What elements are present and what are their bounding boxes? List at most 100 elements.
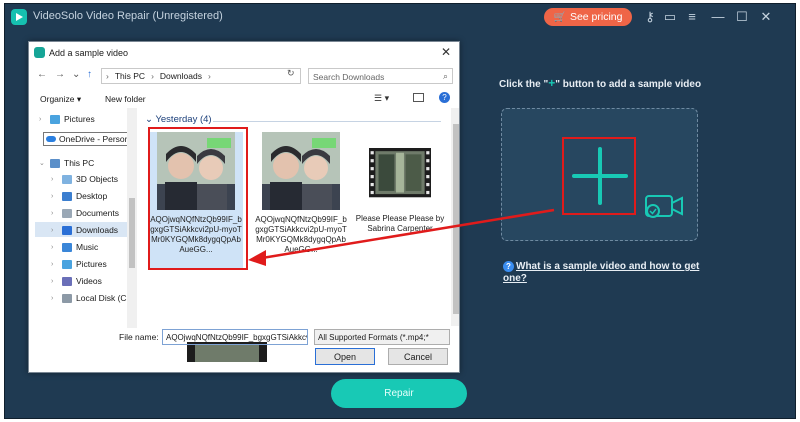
chevron-right-icon: › <box>106 71 109 81</box>
repair-button[interactable]: Repair <box>331 379 467 408</box>
nav-label: This PC <box>64 158 95 168</box>
plus-icon-v <box>598 147 602 205</box>
prompt-text-after: " button to add a sample video <box>555 79 702 90</box>
breadcrumb-this-pc[interactable]: This PC <box>115 71 145 81</box>
file-tile-3[interactable]: Please Please Please by Sabrina Carpente… <box>353 144 447 274</box>
nav-label: Videos <box>76 276 102 286</box>
nav-label: Pictures <box>64 114 95 124</box>
group-header-label: Yesterday (4) <box>155 114 212 125</box>
nav-label: OneDrive - Personal <box>59 134 137 144</box>
file-name: AQOjwqNQfNtzQb99IF_bgxgGTSiAkkcvi2pU-myo… <box>255 215 347 254</box>
menu-icon[interactable]: ≡ <box>683 8 701 26</box>
file-name-row: File name: AQOjwqNQfNtzQb99IF_bgxgGTSiAk… <box>29 328 459 346</box>
chevron-right-icon: › <box>151 71 154 81</box>
nav-item-pictures[interactable]: › Pictures <box>51 257 107 271</box>
preview-pane-icon[interactable] <box>413 93 424 102</box>
see-pricing-button[interactable]: 🛒 See pricing <box>544 8 632 26</box>
file-name: Please Please Please by Sabrina Carpente… <box>355 214 445 233</box>
dialog-logo <box>34 47 45 58</box>
navigation-pane: › Pictures OneDrive - Personal ⌄ This PC ›… <box>29 108 139 326</box>
maximize-icon[interactable]: ☐ <box>733 8 751 26</box>
file-thumbnail-image <box>262 132 340 210</box>
sample-video-dropzone[interactable] <box>501 108 698 241</box>
breadcrumb-downloads[interactable]: Downloads <box>160 71 202 81</box>
videos-icon <box>62 276 72 286</box>
chevron-down-icon: ⌄ <box>145 114 156 125</box>
feedback-icon[interactable]: ▭ <box>661 8 679 26</box>
nav-item-local-disk[interactable]: › Local Disk (C:) <box>51 291 132 305</box>
help-icon[interactable]: ? <box>439 92 450 103</box>
nav-label: Local Disk (C:) <box>76 293 132 303</box>
dialog-buttons: Open Cancel <box>29 348 459 368</box>
app-logo <box>11 9 27 25</box>
nav-item-this-pc[interactable]: ⌄ This PC <box>39 156 94 170</box>
nav-item-onedrive[interactable]: OneDrive - Personal <box>43 132 137 146</box>
pc-icon <box>50 158 60 168</box>
add-sample-prompt: Click the "+" button to add a sample vid… <box>499 76 701 90</box>
chevron-right-icon: › <box>207 71 211 81</box>
selection-highlight-box <box>148 127 248 270</box>
recent-dropdown-icon[interactable]: ⌄ <box>72 69 80 80</box>
dialog-toolbar: Organize ▾ New folder ☰ ▾ ? <box>29 91 459 107</box>
video-camera-icon <box>645 195 683 218</box>
dialog-title-bar: Add a sample video ✕ <box>29 42 459 64</box>
address-row: ← → ⌄ ↑ › This PC › Downloads › ↻ Search… <box>29 66 459 86</box>
app-title: VideoSolo Video Repair (Unregistered) <box>33 10 223 22</box>
cancel-button[interactable]: Cancel <box>388 348 448 365</box>
nav-scrollbar[interactable] <box>127 108 137 328</box>
pictures-icon <box>62 259 72 269</box>
pictures-icon <box>50 114 60 124</box>
file-list-scroll-thumb[interactable] <box>453 124 459 314</box>
format-select[interactable]: All Supported Formats (*.mp4;* <box>314 329 450 345</box>
nav-item-pictures-quick[interactable]: › Pictures <box>39 112 95 126</box>
up-arrow-icon[interactable]: ↑ <box>87 69 92 80</box>
open-button[interactable]: Open <box>315 348 375 365</box>
video-thumbnail-icon <box>369 148 431 198</box>
downloads-icon <box>62 225 72 235</box>
address-bar[interactable]: › This PC › Downloads › <box>101 68 301 84</box>
forward-arrow-icon[interactable]: → <box>55 69 65 80</box>
title-bar: VideoSolo Video Repair (Unregistered) 🛒 … <box>5 4 795 30</box>
3d-objects-icon <box>62 174 72 184</box>
group-divider <box>213 121 441 122</box>
nav-item-downloads[interactable]: › Downloads <box>51 223 118 237</box>
file-tile-2[interactable]: AQOjwqNQfNtzQb99IF_bgxgGTSiAkkcvi2pU-myo… <box>254 132 348 268</box>
nav-label: Downloads <box>76 225 119 235</box>
view-options-icon[interactable]: ☰ ▾ <box>374 93 389 104</box>
nav-label: Music <box>76 242 99 252</box>
minimize-icon[interactable]: — <box>709 8 727 26</box>
help-link-text[interactable]: What is a sample video and how to get on… <box>503 261 699 284</box>
back-arrow-icon[interactable]: ← <box>37 69 47 80</box>
nav-item-desktop[interactable]: › Desktop <box>51 189 107 203</box>
nav-label: Pictures <box>76 259 107 269</box>
file-name-input[interactable]: AQOjwqNQfNtzQb99IF_bgxgGTSiAkkcvi2pU <box>162 329 308 345</box>
nav-label: Desktop <box>76 191 108 201</box>
organize-menu[interactable]: Organize ▾ <box>40 94 81 105</box>
help-icon: ? <box>503 261 514 272</box>
group-header[interactable]: ⌄ Yesterday (4) <box>145 114 212 125</box>
dialog-title: Add a sample video <box>49 48 129 58</box>
key-icon[interactable]: ⚷ <box>641 8 659 26</box>
nav-item-documents[interactable]: › Documents <box>51 206 119 220</box>
dialog-close-icon[interactable]: ✕ <box>441 45 451 59</box>
search-input[interactable]: Search Downloads ⌕ <box>308 68 453 84</box>
file-list-scrollbar[interactable] <box>451 108 459 326</box>
search-placeholder: Search Downloads <box>313 72 385 82</box>
close-icon[interactable]: ✕ <box>757 8 775 26</box>
file-open-dialog: Add a sample video ✕ ← → ⌄ ↑ › This PC ›… <box>28 41 460 373</box>
nav-item-videos[interactable]: › Videos <box>51 274 102 288</box>
nav-label: Documents <box>76 208 119 218</box>
nav-item-music[interactable]: › Music <box>51 240 98 254</box>
refresh-icon[interactable]: ↻ <box>287 68 295 79</box>
nav-item-3d-objects[interactable]: › 3D Objects <box>51 172 118 186</box>
nav-scroll-thumb[interactable] <box>129 198 135 268</box>
file-name-label: File name: <box>119 332 159 342</box>
documents-icon <box>62 208 72 218</box>
new-folder-button[interactable]: New folder <box>105 94 146 104</box>
onedrive-icon <box>46 136 56 142</box>
see-pricing-label: See pricing <box>569 11 623 23</box>
add-sample-button[interactable] <box>562 137 636 215</box>
music-icon <box>62 242 72 252</box>
help-link[interactable]: ? What is a sample video and how to get o… <box>503 261 703 285</box>
disk-icon <box>62 293 72 303</box>
